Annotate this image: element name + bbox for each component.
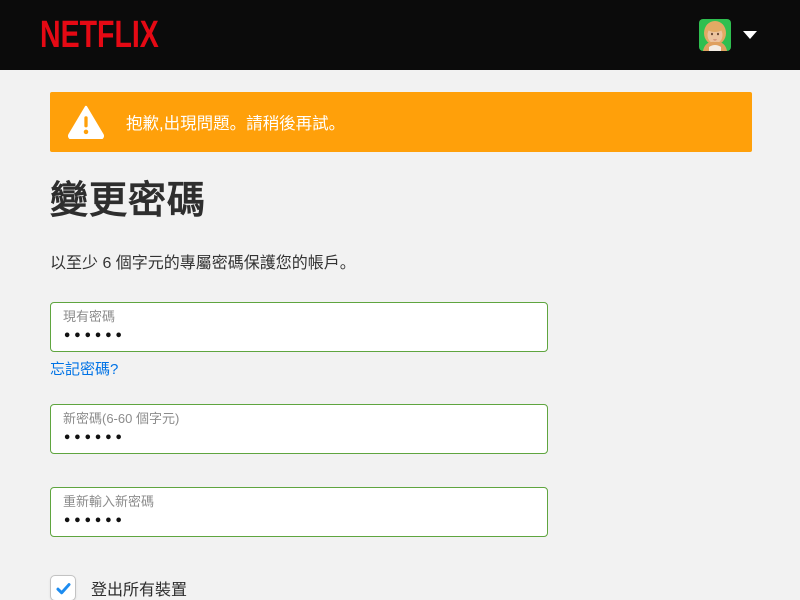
signout-all-row: 登出所有裝置 — [50, 575, 752, 600]
change-password-page: NETFLIX 抱歉,出現問題。請稍後再試。 變更密碼 以至少 6 個字元的專屬… — [0, 0, 800, 600]
forgot-password-link[interactable]: 忘記密碼? — [50, 358, 118, 379]
new-password-field[interactable]: 新密碼(6-60 個字元) — [50, 404, 548, 454]
current-password-field[interactable]: 現有密碼 — [50, 302, 548, 352]
error-message: 抱歉,出現問題。請稍後再試。 — [126, 115, 346, 133]
chevron-down-icon[interactable] — [743, 31, 757, 39]
top-navbar: NETFLIX — [0, 0, 800, 70]
main-content: 抱歉,出現問題。請稍後再試。 變更密碼 以至少 6 個字元的專屬密碼保護您的帳戶… — [0, 92, 800, 600]
page-subtitle: 以至少 6 個字元的專屬密碼保護您的帳戶。 — [50, 255, 356, 272]
new-password-input[interactable] — [63, 427, 535, 449]
new-password-label: 新密碼(6-60 個字元) — [63, 411, 180, 426]
confirm-password-input[interactable] — [63, 510, 535, 532]
warning-icon — [68, 105, 104, 139]
signout-all-checkbox[interactable] — [50, 575, 76, 600]
page-title: 變更密碼 — [50, 180, 207, 222]
current-password-input[interactable] — [63, 325, 535, 347]
profile-menu[interactable] — [699, 19, 757, 51]
error-banner: 抱歉,出現問題。請稍後再試。 — [50, 92, 752, 152]
confirm-password-field[interactable]: 重新輸入新密碼 — [50, 487, 548, 537]
signout-all-label: 登出所有裝置 — [91, 582, 188, 599]
netflix-logo[interactable]: NETFLIX — [40, 13, 159, 57]
profile-avatar[interactable] — [699, 19, 731, 51]
confirm-password-label: 重新輸入新密碼 — [63, 494, 155, 509]
checkmark-icon — [55, 582, 71, 594]
current-password-label: 現有密碼 — [63, 309, 116, 324]
